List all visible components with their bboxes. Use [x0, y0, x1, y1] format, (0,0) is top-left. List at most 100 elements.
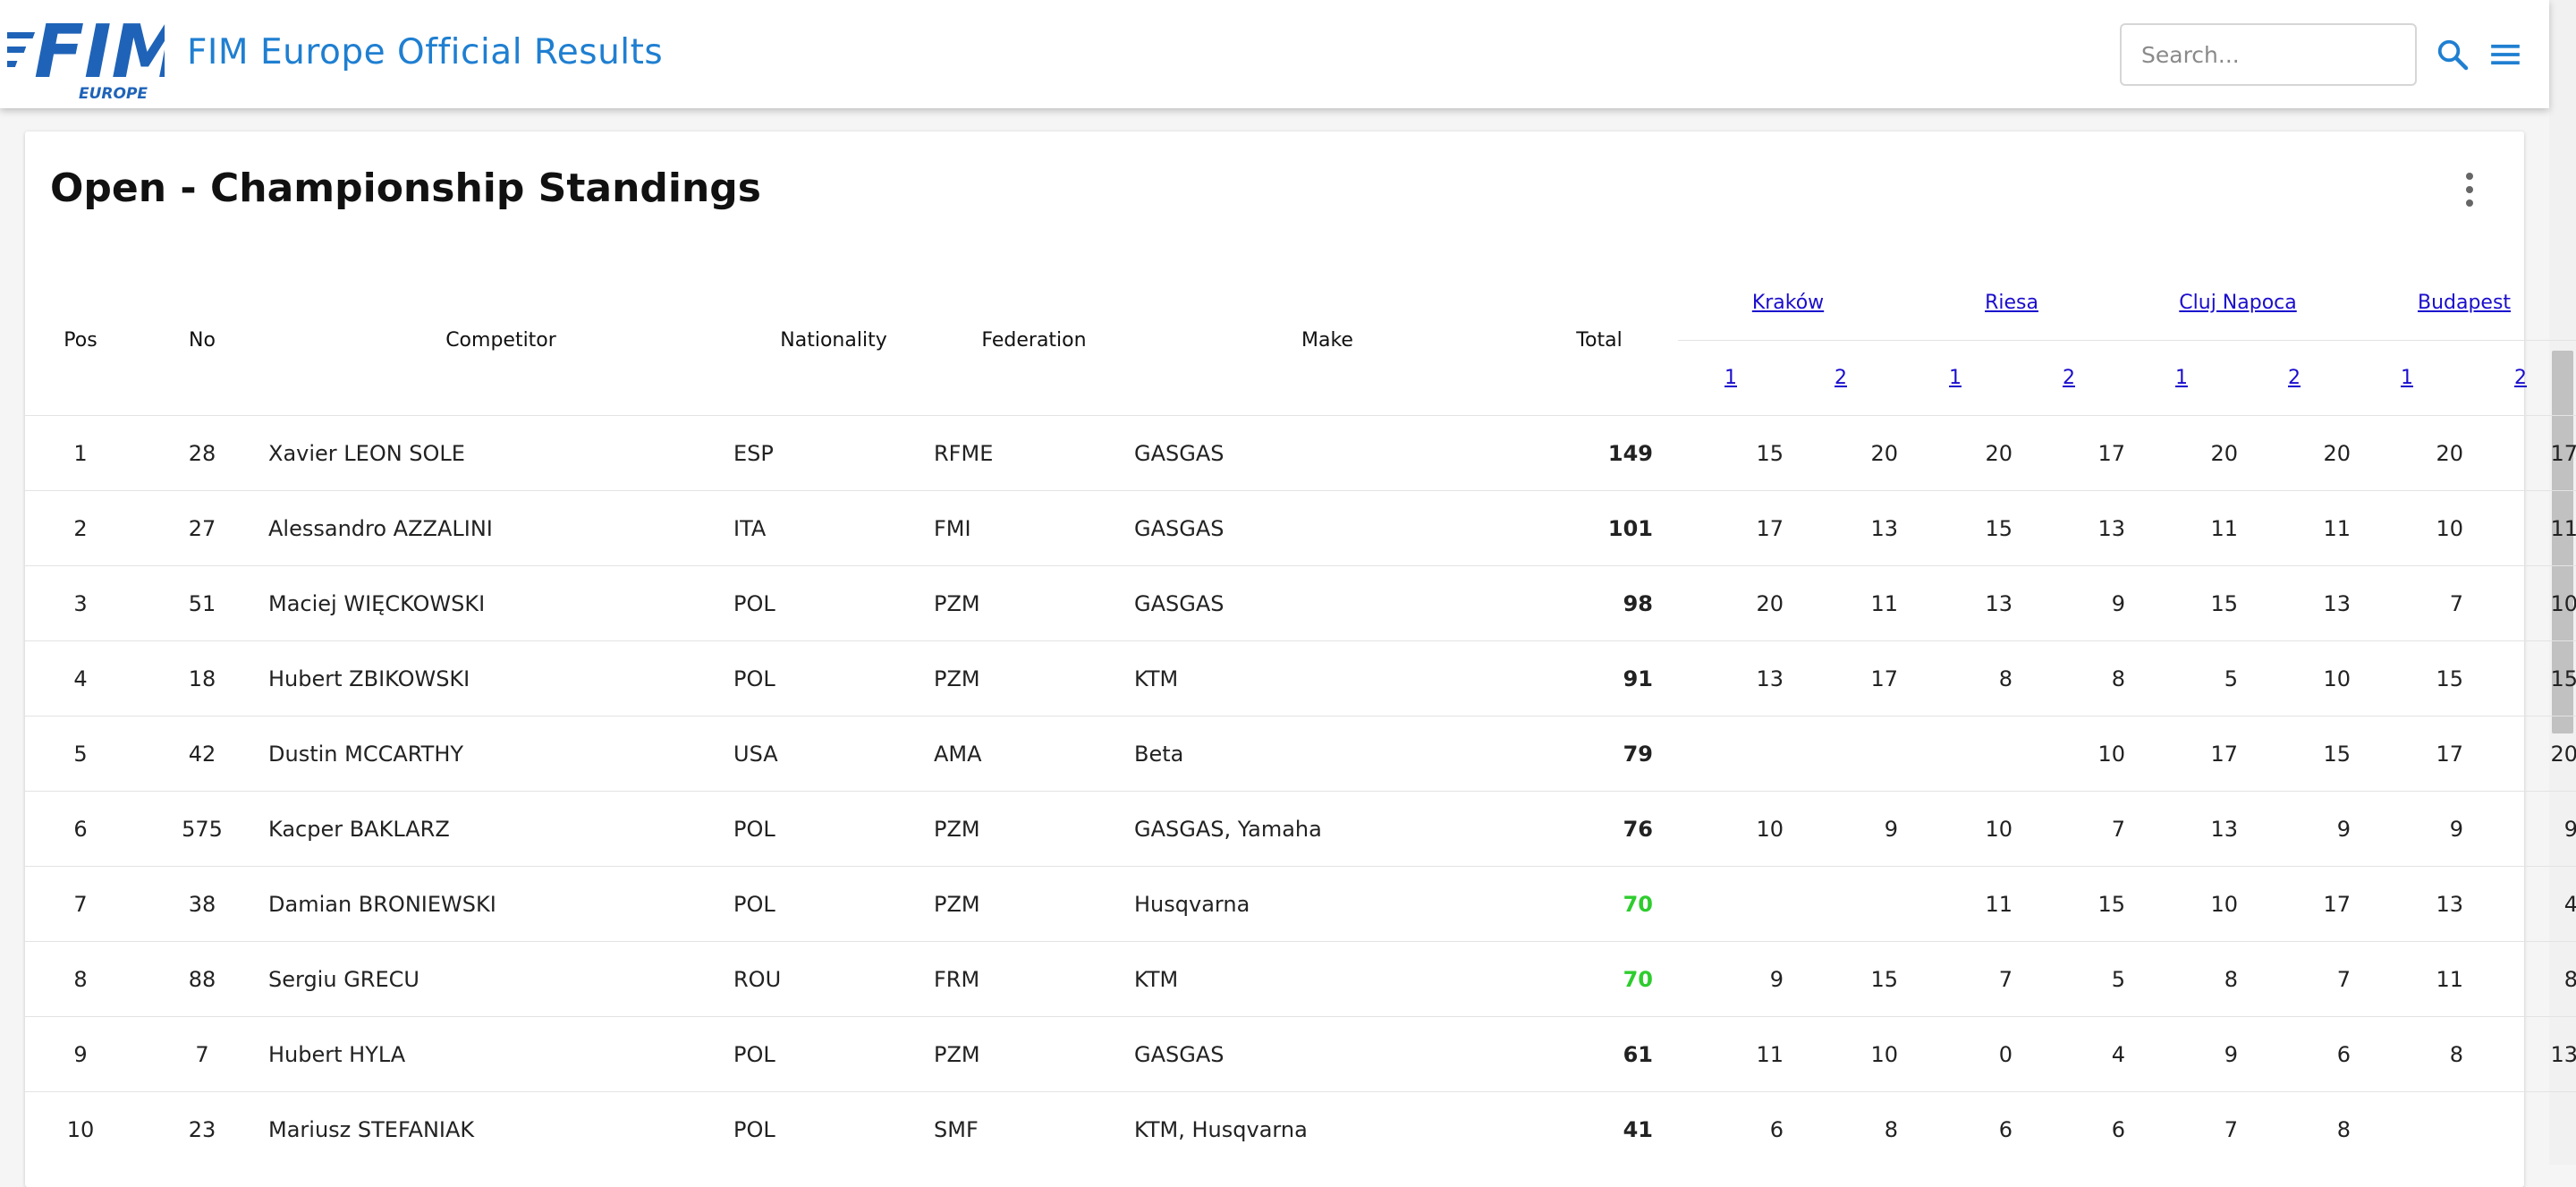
points-cell: 20: [2238, 415, 2351, 491]
round-link-krakow-2[interactable]: 2: [1835, 367, 1847, 389]
col-header-pos[interactable]: Pos: [25, 266, 136, 416]
search-input[interactable]: [2120, 23, 2417, 86]
hamburger-menu-icon: [2491, 44, 2520, 65]
round-link-budapest-1[interactable]: 1: [2401, 367, 2413, 389]
round-link-krakow-1[interactable]: 1: [1724, 367, 1737, 389]
points-cell: 10: [2125, 866, 2239, 942]
table-row[interactable]: 8 88 Sergiu GRECU ROU FRM KTM 70 9 15 7 5 8 7 11 8: [25, 941, 2576, 1017]
points-cell: 9: [2238, 791, 2351, 867]
more-options-icon[interactable]: [2456, 167, 2483, 212]
points-cell: 13: [1784, 490, 1898, 566]
round-link-riesa-1[interactable]: 1: [1949, 367, 1962, 389]
round-link-budapest-2[interactable]: 2: [2514, 367, 2527, 389]
federation-cell: RFME: [934, 415, 1134, 491]
nationality-cell: POL: [733, 565, 934, 641]
competitor-cell: Hubert ZBIKOWSKI: [268, 640, 733, 716]
search-button[interactable]: [2430, 32, 2475, 77]
points-cell: 9: [2125, 1016, 2239, 1092]
competitor-cell: Damian BRONIEWSKI: [268, 866, 733, 942]
standings-card: Open - Championship Standings Pos No Com…: [25, 131, 2576, 1187]
event-link-budapest[interactable]: Budapest: [2418, 292, 2511, 314]
pos-cell: 9: [25, 1016, 136, 1092]
event-header-krakow: Kraków: [1678, 266, 1898, 341]
round-header: 2: [2238, 341, 2351, 416]
table-row[interactable]: 2 27 Alessandro AZZALINI ITA FMI GASGAS 101 17 1…: [25, 490, 2576, 566]
table-row[interactable]: 4 18 Hubert ZBIKOWSKI POL PZM KTM 91 13 17 8 8 5 10 1…: [25, 640, 2576, 716]
logo-text: FIM: [34, 10, 165, 95]
competitor-cell: Mariusz STEFANIAK: [268, 1091, 733, 1166]
pos-cell: 1: [25, 415, 136, 491]
col-header-total[interactable]: Total: [1521, 266, 1678, 416]
total-cell: 70: [1521, 941, 1678, 1017]
competitor-cell: Sergiu GRECU: [268, 941, 733, 1017]
table-row[interactable]: 10 23 Mariusz STEFANIAK POL SMF KTM, Husqvarn…: [25, 1091, 2576, 1166]
pos-cell: 2: [25, 490, 136, 566]
table-row[interactable]: 9 7 Hubert HYLA POL PZM GASGAS 61 11 10 0 4 9 6 8 13: [25, 1016, 2576, 1092]
points-cell: 10: [2012, 716, 2126, 792]
competitor-cell: Maciej WIĘCKOWSKI: [268, 565, 733, 641]
points-cell: 8: [2125, 941, 2239, 1017]
event-link-cluj-napoca[interactable]: Cluj Napoca: [2179, 292, 2296, 314]
points-cell: 20: [1898, 415, 2012, 491]
col-header-competitor[interactable]: Competitor: [268, 266, 733, 416]
points-cell: 10: [2238, 640, 2351, 716]
app-header: FIM EUROPE FIM Europe Official Results: [0, 0, 2549, 108]
points-cell: 6: [2238, 1016, 2351, 1092]
points-cell: 8: [2463, 941, 2576, 1017]
event-link-riesa[interactable]: Riesa: [1985, 292, 2038, 314]
fim-europe-logo[interactable]: FIM EUROPE: [0, 5, 184, 103]
page-title: Open - Championship Standings: [50, 165, 761, 211]
standings-table: Pos No Competitor Nationality Federation…: [25, 266, 2576, 1166]
round-header: 2: [2012, 341, 2125, 416]
pos-cell: 10: [25, 1091, 136, 1166]
points-cell: 9: [2012, 565, 2126, 641]
table-row[interactable]: 5 42 Dustin MCCARTHY USA AMA Beta 79 10 17 15 17 20: [25, 716, 2576, 792]
round-link-cluj-2[interactable]: 2: [2288, 367, 2301, 389]
make-cell: GASGAS, Yamaha: [1134, 791, 1521, 867]
points-cell: 20: [2351, 415, 2464, 491]
points-cell: 17: [1678, 490, 1784, 566]
points-cell: 9: [1678, 941, 1784, 1017]
table-row[interactable]: 1 28 Xavier LEON SOLE ESP RFME GASGAS 149 15 20 2…: [25, 415, 2576, 491]
points-cell: [1678, 716, 1784, 792]
number-cell: 27: [136, 490, 268, 566]
points-cell: 17: [2012, 415, 2126, 491]
number-cell: 28: [136, 415, 268, 491]
total-cell: 41: [1521, 1091, 1678, 1166]
points-cell: 8: [2351, 1016, 2464, 1092]
points-cell: 7: [1898, 941, 2012, 1017]
table-row[interactable]: 3 51 Maciej WIĘCKOWSKI POL PZM GASGAS 98 20 11 13…: [25, 565, 2576, 641]
col-header-no[interactable]: No: [136, 266, 268, 416]
competitor-cell: Alessandro AZZALINI: [268, 490, 733, 566]
total-cell: 70: [1521, 866, 1678, 942]
round-link-cluj-1[interactable]: 1: [2175, 367, 2188, 389]
menu-button[interactable]: [2483, 32, 2528, 77]
nationality-cell: USA: [733, 716, 934, 792]
table-body: 1 28 Xavier LEON SOLE ESP RFME GASGAS 149 15 20 2…: [25, 415, 2576, 1166]
col-header-federation[interactable]: Federation: [934, 266, 1134, 416]
event-link-krakow[interactable]: Kraków: [1752, 292, 1824, 314]
federation-cell: FRM: [934, 941, 1134, 1017]
table-row[interactable]: 7 38 Damian BRONIEWSKI POL PZM Husqvarna 70 11 1…: [25, 866, 2576, 942]
points-cell: 4: [2463, 866, 2576, 942]
col-header-make[interactable]: Make: [1134, 266, 1521, 416]
competitor-cell: Dustin MCCARTHY: [268, 716, 733, 792]
round-link-riesa-2[interactable]: 2: [2063, 367, 2075, 389]
round-header: 1: [2125, 341, 2238, 416]
round-header: 1: [1898, 341, 2012, 416]
total-cell: 101: [1521, 490, 1678, 566]
points-cell: 20: [2125, 415, 2239, 491]
table-row[interactable]: 6 575 Kacper BAKLARZ POL PZM GASGAS, Yamaha 76…: [25, 791, 2576, 867]
points-cell: 9: [1784, 791, 1898, 867]
points-cell: 9: [2351, 791, 2464, 867]
nationality-cell: POL: [733, 640, 934, 716]
fim-logo-graphic: FIM EUROPE: [0, 10, 184, 103]
col-header-nationality[interactable]: Nationality: [733, 266, 934, 416]
points-cell: 17: [2238, 866, 2351, 942]
points-cell: 9: [2463, 791, 2576, 867]
nationality-cell: ESP: [733, 415, 934, 491]
total-cell: 79: [1521, 716, 1678, 792]
points-cell: 6: [1898, 1091, 2012, 1166]
pos-cell: 7: [25, 866, 136, 942]
points-cell: 11: [2351, 941, 2464, 1017]
